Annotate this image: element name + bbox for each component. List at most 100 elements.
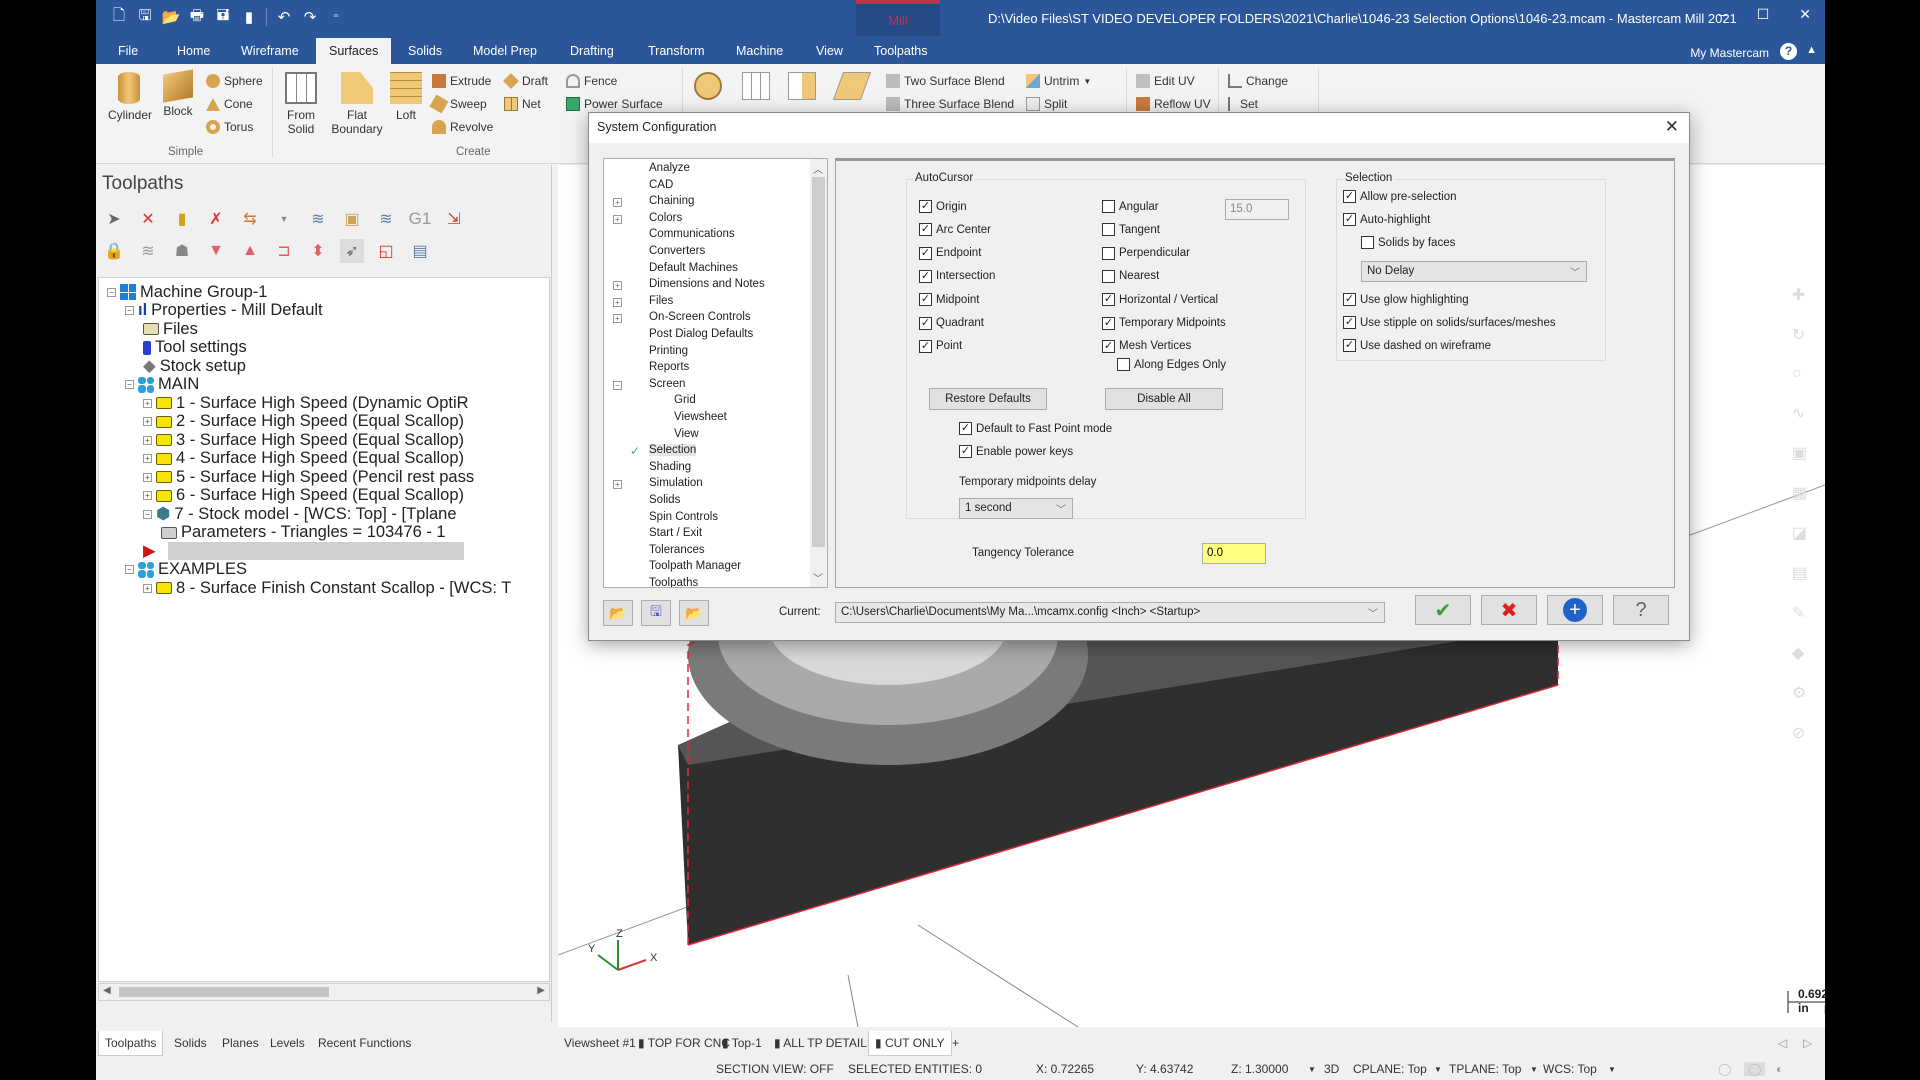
tab-levels-manager[interactable]: Levels bbox=[270, 1036, 305, 1050]
show-stock-icon[interactable]: ◱ bbox=[374, 239, 398, 263]
tangent-checkbox[interactable]: Tangent bbox=[1102, 223, 1160, 237]
expand-toggle[interactable]: + bbox=[143, 398, 152, 408]
no-icon[interactable]: ⊘ bbox=[1792, 723, 1807, 743]
expand-toggle[interactable]: + bbox=[613, 480, 622, 490]
new-file-icon[interactable]: 🗋 bbox=[110, 7, 128, 26]
tab-toolpaths-manager[interactable]: Toolpaths bbox=[98, 1031, 164, 1056]
config-category-item[interactable]: Post Dialog Defaults bbox=[649, 328, 753, 340]
split-button[interactable]: Split bbox=[1026, 97, 1067, 111]
add-viewsheet-button[interactable]: + bbox=[952, 1036, 959, 1050]
collapse-ribbon-icon[interactable]: ▲ bbox=[1806, 44, 1817, 56]
expand-toggle[interactable]: + bbox=[613, 214, 622, 224]
scroll-up-icon[interactable]: ︿ bbox=[813, 161, 823, 176]
nearest-checkbox[interactable]: Nearest bbox=[1102, 269, 1159, 283]
collapse-toggle[interactable]: − bbox=[143, 509, 152, 519]
my-mastercam-link[interactable]: My Mastercam bbox=[1690, 46, 1769, 60]
post-selected-icon[interactable]: G1 bbox=[408, 207, 432, 231]
arc-center-checkbox[interactable]: ✓ Arc Center bbox=[919, 223, 991, 237]
help-button[interactable]: ? bbox=[1613, 595, 1669, 625]
tab-drafting[interactable]: Drafting bbox=[570, 44, 614, 58]
block-button[interactable]: Block bbox=[158, 69, 198, 118]
config-category-item[interactable]: Grid bbox=[674, 394, 696, 406]
rotate-icon[interactable]: ↻ bbox=[1792, 325, 1807, 345]
along-edges-only-checkbox[interactable]: Along Edges Only bbox=[1117, 358, 1226, 371]
cone-button[interactable]: Cone bbox=[206, 97, 253, 111]
tab-wireframe[interactable]: Wireframe bbox=[241, 44, 299, 58]
collapse-toggle[interactable]: − bbox=[125, 306, 134, 315]
allow-preselection-checkbox[interactable]: ✓ Allow pre-selection bbox=[1343, 190, 1457, 203]
minimize-button[interactable]: – bbox=[1719, 6, 1727, 23]
backplot-icon[interactable]: ≋ bbox=[306, 207, 330, 231]
cancel-button[interactable]: ✖ bbox=[1481, 595, 1537, 625]
tab-toolpaths[interactable]: Toolpaths bbox=[874, 44, 928, 58]
category-tree-scrollbar[interactable]: ︿ ﹀ bbox=[810, 159, 827, 587]
collapse-toggle[interactable]: − bbox=[125, 380, 134, 389]
viewsheet-tab-all-tp-details[interactable]: ▮ ALL TP DETAILS bbox=[774, 1036, 875, 1050]
config-category-item[interactable]: Tolerances bbox=[649, 544, 705, 556]
config-category-item[interactable]: Analyze bbox=[649, 162, 690, 174]
move-up-icon[interactable]: ▲ bbox=[238, 239, 262, 263]
angular-checkbox[interactable]: Angular bbox=[1102, 200, 1159, 213]
config-category-item[interactable]: Viewsheet bbox=[674, 411, 727, 423]
from-solid-button[interactable]: From Solid bbox=[280, 72, 322, 136]
mesh-vertices-checkbox[interactable]: ✓ Mesh Vertices bbox=[1102, 339, 1191, 353]
expand-toggle[interactable]: + bbox=[143, 491, 152, 500]
fence-button[interactable]: Fence bbox=[566, 74, 617, 88]
config-category-item[interactable]: View bbox=[674, 428, 699, 440]
midpoint-checkbox[interactable]: ✓ Midpoint bbox=[919, 293, 979, 307]
sweep-button[interactable]: Sweep bbox=[429, 94, 487, 114]
save-as-icon[interactable]: 🖬 bbox=[214, 7, 232, 26]
auto-highlight-checkbox[interactable]: ✓ Auto-highlight bbox=[1343, 213, 1430, 226]
apply-button[interactable]: + bbox=[1547, 595, 1603, 625]
perpendicular-checkbox[interactable]: Perpendicular bbox=[1102, 246, 1190, 260]
scrollbar-thumb[interactable] bbox=[119, 987, 329, 997]
viewsheet-tab[interactable]: Viewsheet #1 bbox=[564, 1036, 636, 1050]
config-category-item[interactable]: Screen bbox=[649, 378, 685, 390]
viewsheet-tab-top-1[interactable]: ▮ Top-1 bbox=[722, 1036, 762, 1050]
highlight-toolpath-icon[interactable]: ➶ bbox=[340, 239, 364, 263]
tab-planes-manager[interactable]: Planes bbox=[222, 1036, 259, 1050]
endpoint-checkbox[interactable]: ✓ Endpoint bbox=[919, 246, 981, 260]
horizontal-vertical-checkbox[interactable]: ✓ Horizontal / Vertical bbox=[1102, 293, 1218, 307]
config-category-item[interactable]: Files bbox=[649, 295, 673, 307]
midpoints-delay-select[interactable]: 1 second ﹀ bbox=[959, 498, 1073, 519]
shaded-icon[interactable]: ◯ bbox=[1744, 1062, 1766, 1076]
circle-icon[interactable]: ○ bbox=[1792, 365, 1807, 383]
temporary-midpoints-checkbox[interactable]: ✓ Temporary Midpoints bbox=[1102, 316, 1226, 330]
scroll-right-icon[interactable]: ▶ bbox=[537, 985, 545, 996]
wcs-dropdown-icon[interactable]: ▼ bbox=[1608, 1065, 1616, 1074]
torus-button[interactable]: Torus bbox=[206, 120, 253, 134]
tab-recent-functions[interactable]: Recent Functions bbox=[318, 1036, 411, 1050]
open-icon[interactable]: 📂 bbox=[162, 8, 181, 26]
scroll-left-icon[interactable]: ◁ bbox=[1778, 1036, 1787, 1050]
save-icon[interactable]: 🖫 bbox=[136, 7, 154, 26]
expand-toggle[interactable]: + bbox=[613, 297, 622, 307]
fillet-surface-button[interactable] bbox=[692, 72, 724, 104]
config-category-item[interactable]: Toolpath Manager bbox=[649, 560, 741, 572]
regenerate-selected-icon[interactable]: ▮ bbox=[170, 207, 194, 231]
scroll-left-icon[interactable]: ◀ bbox=[103, 985, 111, 996]
edit-uv-button[interactable]: Edit UV bbox=[1136, 74, 1195, 88]
expand-toggle[interactable]: + bbox=[613, 314, 622, 324]
quadrant-checkbox[interactable]: ✓ Quadrant bbox=[919, 316, 984, 330]
dialog-close-button[interactable]: ✕ bbox=[1665, 117, 1679, 137]
tree-horizontal-scrollbar[interactable]: ◀ ▶ bbox=[98, 983, 550, 1001]
glow-highlighting-checkbox[interactable]: ✓ Use glow highlighting bbox=[1343, 293, 1469, 306]
config-category-item[interactable]: Printing bbox=[649, 345, 688, 357]
tab-surfaces[interactable]: Surfaces bbox=[316, 38, 392, 64]
change-normal-button[interactable]: Change bbox=[1228, 74, 1288, 88]
sphere-button[interactable]: Sphere bbox=[206, 74, 263, 88]
config-category-item[interactable]: Chaining bbox=[649, 195, 694, 207]
scrollbar-thumb[interactable] bbox=[812, 177, 825, 547]
viewsheet-tab-cut-only[interactable]: ▮ CUT ONLY bbox=[868, 1031, 952, 1056]
expand-toggle[interactable]: + bbox=[143, 583, 152, 593]
stipple-checkbox[interactable]: ✓ Use stipple on solids/surfaces/meshes bbox=[1343, 316, 1556, 329]
restore-defaults-button[interactable]: Restore Defaults bbox=[929, 388, 1047, 410]
section-view-status[interactable]: SECTION VIEW: OFF bbox=[716, 1062, 834, 1076]
offset-surface-button[interactable] bbox=[740, 72, 772, 104]
customize-qat-icon[interactable]: ⁼ bbox=[327, 8, 345, 26]
cplane-selector[interactable]: CPLANE: Top bbox=[1353, 1062, 1427, 1076]
pen-icon[interactable]: ✎ bbox=[1792, 603, 1807, 623]
cplane-dropdown-icon[interactable]: ▼ bbox=[1434, 1065, 1442, 1074]
revolve-button[interactable]: Revolve bbox=[432, 120, 493, 134]
